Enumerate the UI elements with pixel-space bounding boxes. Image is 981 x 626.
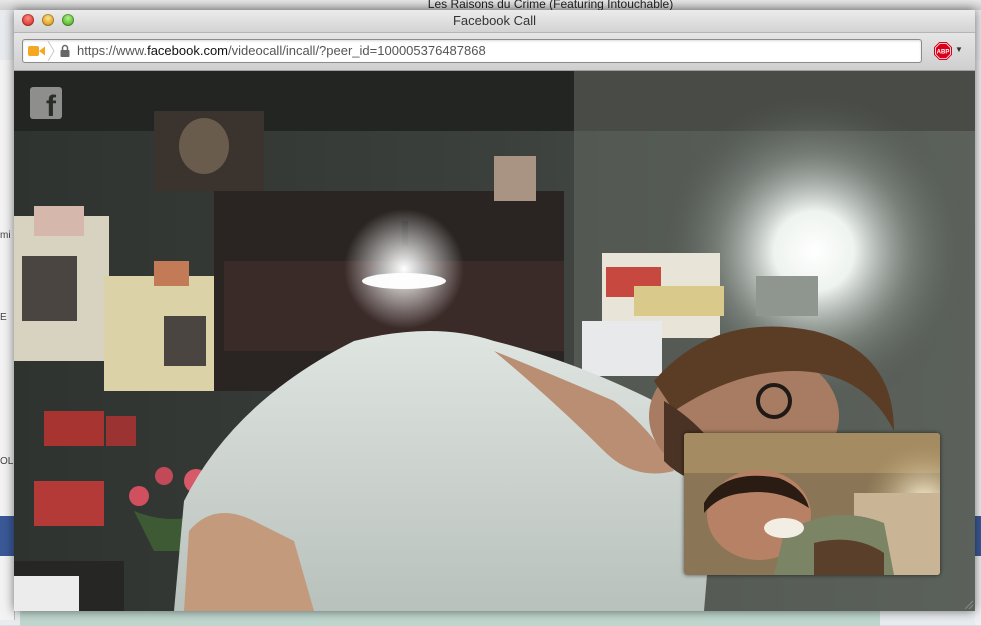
url-path: /videocall/incall/?peer_id=1000053764878… bbox=[228, 43, 486, 58]
adblock-label: ABP bbox=[937, 50, 950, 56]
background-right-blue-bar bbox=[975, 516, 981, 556]
toolbar: https://www.facebook.com/videocall/incal… bbox=[14, 33, 975, 71]
lock-icon[interactable] bbox=[60, 44, 70, 57]
url-domain: facebook.com bbox=[147, 43, 229, 58]
video-camera-icon[interactable] bbox=[28, 45, 46, 57]
address-bar[interactable]: https://www.facebook.com/videocall/incal… bbox=[22, 39, 922, 63]
title-bar[interactable]: Facebook Call bbox=[14, 10, 975, 33]
background-bottom-strip bbox=[20, 610, 880, 626]
facebook-logo-icon: f bbox=[30, 87, 62, 123]
self-view-video[interactable] bbox=[684, 433, 940, 575]
background-blue-bar bbox=[0, 516, 14, 556]
chevron-right-icon bbox=[47, 41, 55, 61]
background-fragment: E bbox=[0, 312, 7, 323]
chevron-down-icon[interactable]: ▼ bbox=[955, 45, 963, 54]
background-fragment: mi bbox=[0, 230, 11, 241]
background-window-title: Les Raisons du Crime (Featuring Intoucha… bbox=[427, 0, 674, 10]
url-prefix: https://www. bbox=[77, 43, 148, 58]
resize-grip-icon[interactable] bbox=[963, 599, 973, 609]
self-view-image bbox=[684, 433, 940, 575]
remote-video-feed[interactable]: f bbox=[14, 71, 975, 611]
facebook-call-window: Facebook Call https://www.facebook.com/v… bbox=[14, 10, 975, 611]
url-text[interactable]: https://www.facebook.com/videocall/incal… bbox=[77, 43, 486, 58]
window-title: Facebook Call bbox=[452, 13, 537, 28]
adblock-plus-icon[interactable]: ABP bbox=[934, 42, 952, 60]
